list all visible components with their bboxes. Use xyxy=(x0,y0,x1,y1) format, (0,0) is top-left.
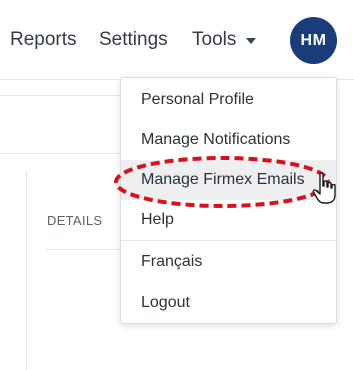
panel-border xyxy=(26,172,27,370)
menu-item-help[interactable]: Help xyxy=(121,200,336,240)
chevron-down-icon[interactable] xyxy=(246,38,256,44)
divider xyxy=(0,153,120,154)
user-avatar[interactable]: HM xyxy=(290,17,337,64)
top-navigation-bar: Reports Settings Tools HM xyxy=(0,0,354,80)
tools-dropdown-menu: Personal Profile Manage Notifications Ma… xyxy=(120,77,337,324)
menu-item-language-francais[interactable]: Français xyxy=(121,242,336,282)
menu-item-logout[interactable]: Logout xyxy=(121,283,336,323)
details-tab[interactable]: DETAILS xyxy=(47,213,102,228)
nav-tools-menu[interactable]: Tools xyxy=(192,29,236,51)
nav-settings[interactable]: Settings xyxy=(99,29,168,51)
menu-item-manage-firmex-emails[interactable]: Manage Firmex Emails xyxy=(121,160,336,200)
menu-item-manage-notifications[interactable]: Manage Notifications xyxy=(121,120,336,160)
divider xyxy=(46,249,126,250)
nav-reports[interactable]: Reports xyxy=(10,29,77,51)
menu-item-personal-profile[interactable]: Personal Profile xyxy=(121,80,336,120)
divider xyxy=(0,95,120,96)
menu-divider xyxy=(121,240,336,241)
